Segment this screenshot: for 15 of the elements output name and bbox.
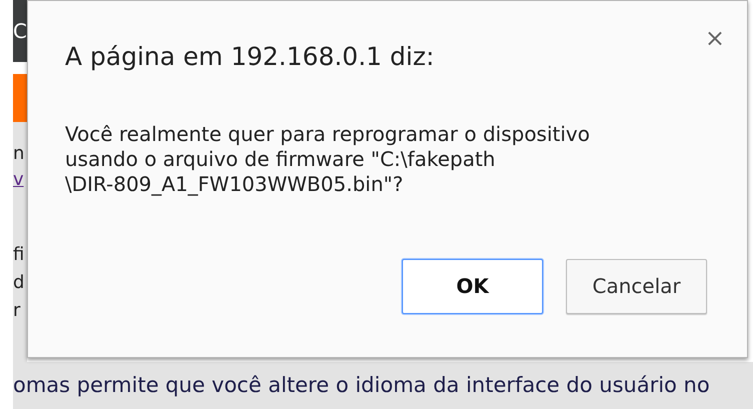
header-fragment: C [13, 21, 27, 41]
text-fragment: r [13, 299, 22, 323]
text-fragment: n [13, 142, 26, 166]
page-text: omas permite que você altere o idioma da interface do usuário no [13, 372, 710, 399]
message-line: \DIR-809_A1_FW103WWB05.bin"? [65, 172, 404, 196]
nav-bar [13, 74, 27, 122]
text-fragment: fi [13, 243, 26, 267]
message-line: usando o arquivo de firmware "C:\fakepath [65, 146, 496, 172]
dialog-title: A página em 192.168.0.1 diz: [65, 41, 434, 73]
close-button[interactable]: × [704, 26, 725, 50]
dialog-button[interactable]: OK [402, 258, 543, 314]
dialog-button[interactable]: Cancelar [566, 258, 707, 314]
message-line: Você realmente quer para reprogramar o dispositivo [65, 122, 591, 146]
text-fragment: d [13, 271, 26, 295]
link[interactable]: v [13, 168, 27, 191]
